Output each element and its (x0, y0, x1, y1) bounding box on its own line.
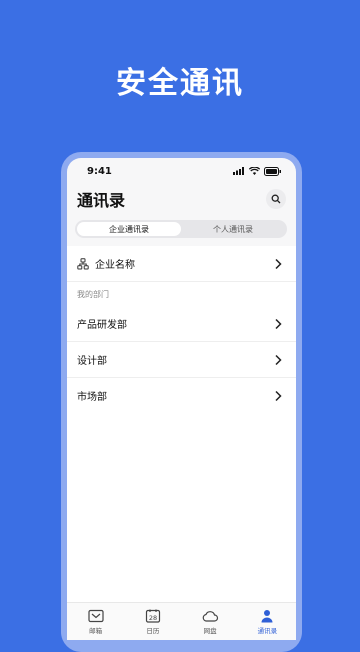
contacts-list: 企业名称 我的部门 产品研发部 设计部 市场部 (67, 246, 296, 414)
status-bar: 9:41 (67, 158, 296, 184)
org-chart-icon (77, 257, 89, 270)
cloud-icon (202, 611, 219, 622)
tab-enterprise-contacts[interactable]: 企业通讯录 (77, 222, 181, 236)
list-empty-area (67, 412, 296, 602)
phone-screen: 9:41 通讯录 企业通讯录 个人通讯录 企业名称 我的部门 产品研发部 设计部… (67, 158, 296, 640)
tab-personal-contacts[interactable]: 个人通讯录 (181, 222, 285, 236)
mail-icon (88, 609, 104, 623)
department-row[interactable]: 市场部 (67, 378, 296, 414)
bottom-nav: 邮箱 28 日历 网盘 通讯录 (67, 602, 296, 640)
chevron-right-icon (275, 318, 282, 329)
department-row[interactable]: 设计部 (67, 342, 296, 378)
contacts-segmented-control: 企业通讯录 个人通讯录 (75, 220, 287, 238)
nav-mail[interactable]: 邮箱 (71, 609, 121, 635)
status-time: 9:41 (87, 165, 112, 177)
calendar-icon: 28 (145, 609, 160, 623)
nav-calendar-label: 日历 (146, 627, 160, 635)
department-label: 设计部 (77, 356, 107, 367)
page-title: 通讯录 (77, 191, 126, 210)
nav-contacts-label: 通讯录 (257, 627, 278, 635)
department-label: 市场部 (77, 392, 107, 403)
nav-contacts[interactable]: 通讯录 (242, 609, 292, 635)
signal-icon (233, 167, 244, 175)
nav-calendar[interactable]: 28 日历 (128, 609, 178, 635)
company-row[interactable]: 企业名称 (67, 246, 296, 282)
nav-mail-label: 邮箱 (89, 627, 103, 635)
hero-title: 安全通讯 (116, 66, 244, 101)
wifi-icon (249, 167, 260, 175)
chevron-right-icon (275, 390, 282, 401)
department-row[interactable]: 产品研发部 (67, 306, 296, 342)
header: 通讯录 (67, 184, 296, 214)
company-name: 企业名称 (95, 260, 135, 271)
department-label: 产品研发部 (77, 320, 127, 331)
calendar-badge: 28 (149, 614, 157, 622)
search-button[interactable] (266, 189, 286, 209)
status-icons (233, 166, 282, 176)
section-label: 我的部门 (67, 282, 296, 306)
chevron-right-icon (275, 354, 282, 365)
nav-drive[interactable]: 网盘 (185, 609, 235, 635)
nav-drive-label: 网盘 (203, 627, 217, 635)
chevron-right-icon (275, 258, 282, 269)
search-icon (271, 194, 281, 204)
contacts-icon (261, 610, 273, 623)
battery-icon (264, 166, 281, 176)
